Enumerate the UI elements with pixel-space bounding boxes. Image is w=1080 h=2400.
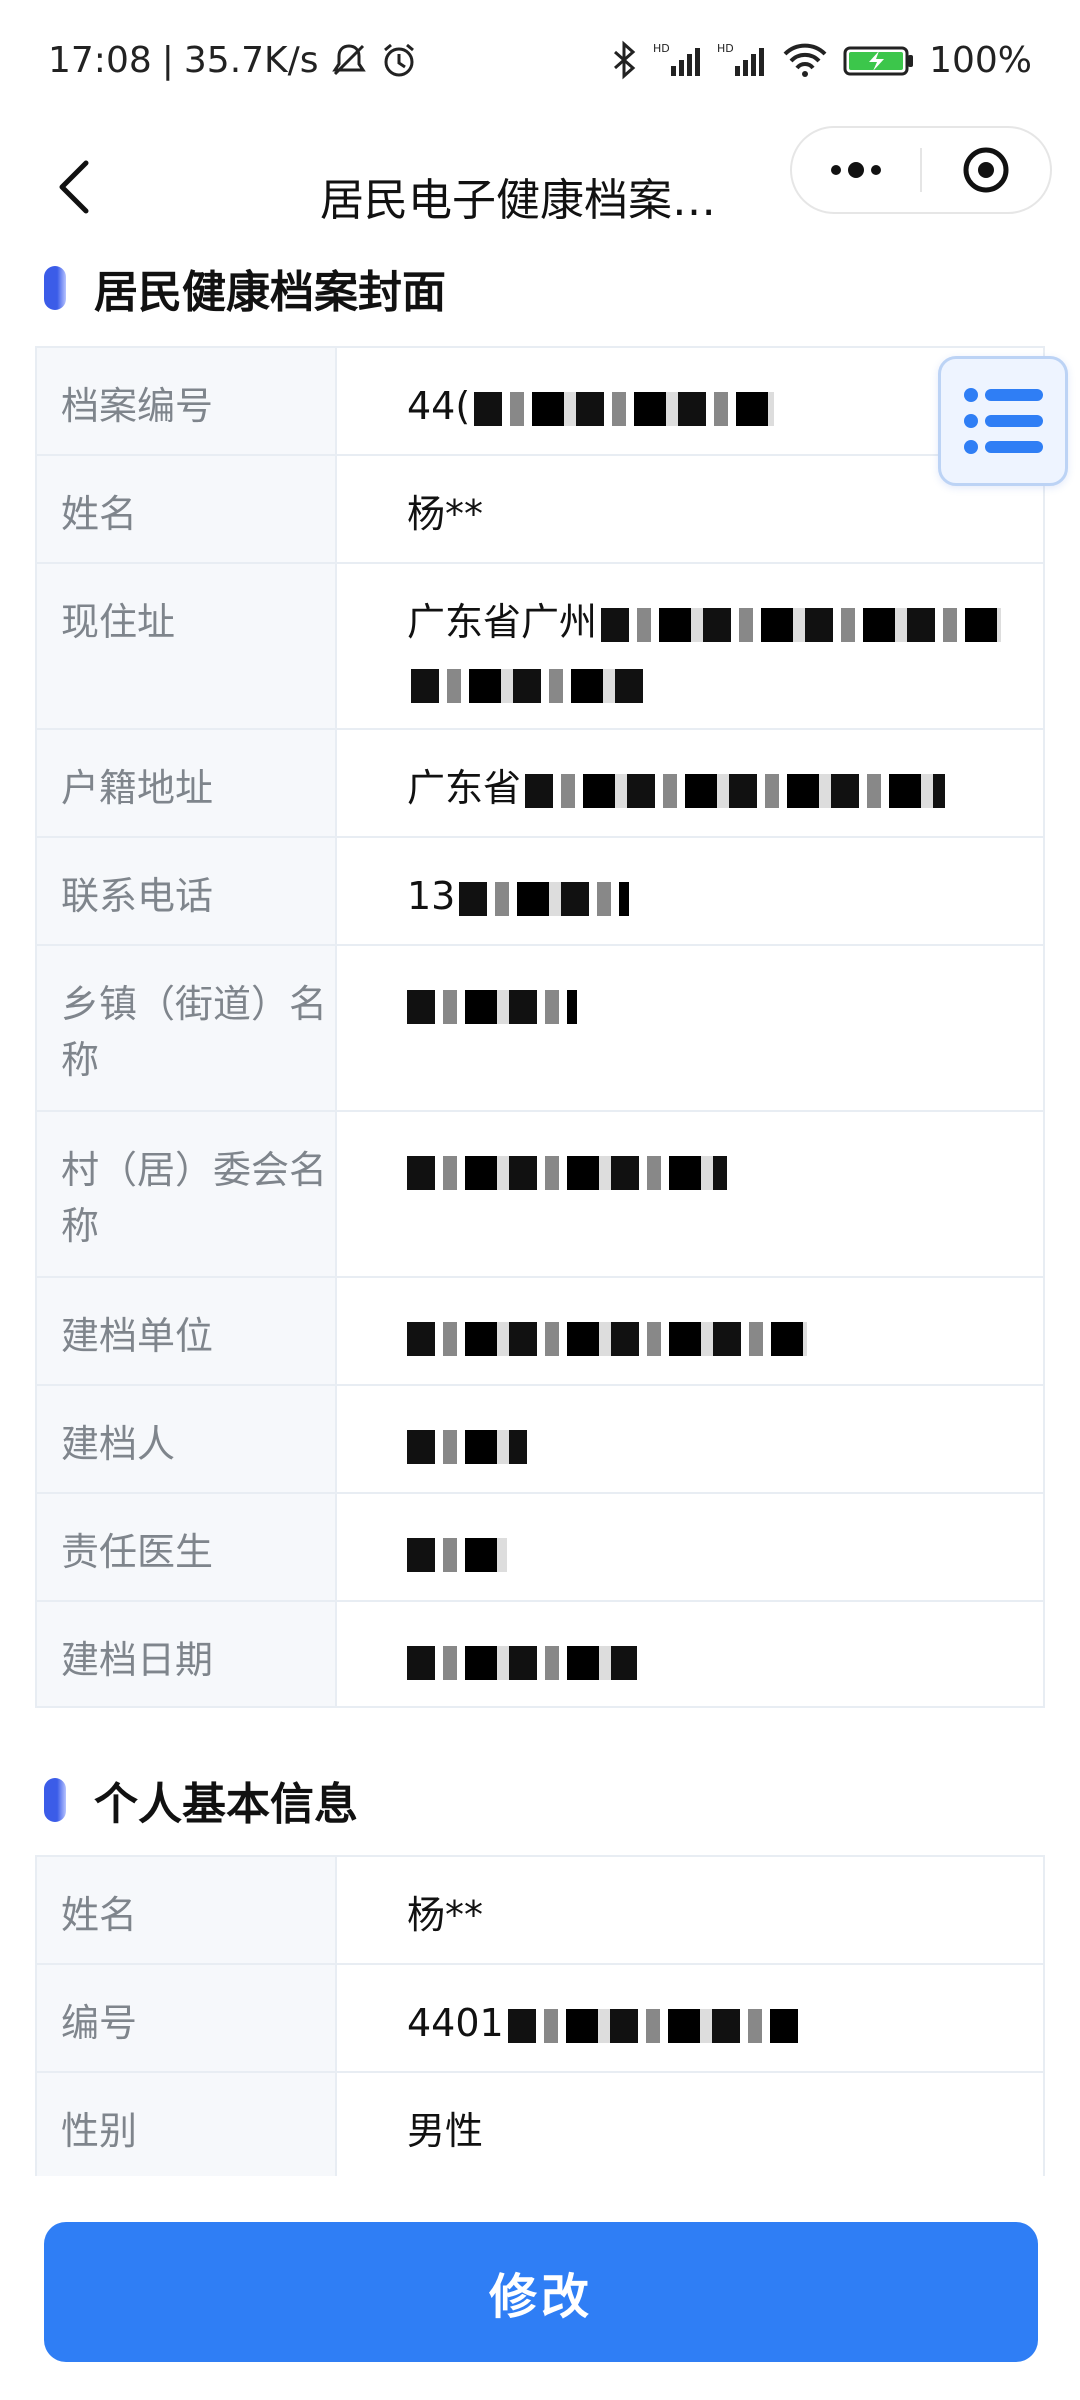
status-separator: |: [161, 39, 174, 81]
table-row: 编号 4401: [37, 1965, 1043, 2073]
name-value: 杨**: [407, 492, 484, 536]
row-value: [337, 1602, 1043, 1706]
redacted-block: [525, 773, 946, 808]
signal-hd-icon: HD: [653, 40, 703, 80]
table-row: 建档日期: [37, 1602, 1043, 1708]
mute-icon: [329, 40, 369, 80]
basic-info-table: 姓名 杨** 编号 4401 性别 男性: [35, 1855, 1045, 2181]
row-label: 联系电话: [37, 838, 337, 944]
status-time: 17:08: [48, 39, 152, 81]
redacted-block: [507, 2008, 798, 2043]
row-value: [337, 946, 1043, 1110]
gender-value: 男性: [407, 2109, 484, 2153]
network-speed: 35.7K/s: [183, 39, 319, 81]
wifi-icon: [781, 40, 829, 80]
address-value: 广东省广州: [407, 600, 598, 644]
chevron-left-icon: [59, 160, 89, 214]
row-value: 广东省广州: [337, 564, 1043, 728]
back-button[interactable]: [34, 142, 114, 232]
row-label: 村（居）委会名称: [37, 1112, 337, 1276]
table-row: 乡镇（街道）名称: [37, 946, 1043, 1112]
section-title: 个人基本信息: [94, 1779, 358, 1830]
phone-value: 13: [407, 874, 456, 918]
redacted-block: [407, 1537, 507, 1572]
table-row: 建档单位: [37, 1278, 1043, 1386]
table-row: 建档人: [37, 1386, 1043, 1494]
svg-text:HD: HD: [653, 42, 670, 55]
cover-table: 档案编号 44( 姓名 杨** 现住址 广东省广州 户籍地址 广东省 联系电话 …: [35, 346, 1045, 1708]
directory-float-button[interactable]: [938, 356, 1068, 486]
row-label: 现住址: [37, 564, 337, 728]
row-label: 乡镇（街道）名称: [37, 946, 337, 1110]
status-left: 17:08 | 35.7K/s: [48, 40, 419, 81]
row-value: [337, 1494, 1043, 1600]
row-label: 户籍地址: [37, 730, 337, 836]
row-label: 姓名: [37, 1857, 337, 1963]
row-label: 编号: [37, 1965, 337, 2071]
row-value: 广东省: [337, 730, 1043, 836]
svg-text:HD: HD: [717, 42, 734, 55]
basic-info-section-header: 个人基本信息: [44, 1770, 358, 1830]
household-address-value: 广东省: [407, 766, 522, 810]
row-value: 4401: [337, 1965, 1043, 2071]
edit-button[interactable]: 修改: [44, 2222, 1038, 2362]
table-row: 姓名 杨**: [37, 456, 1043, 564]
mini-program-capsule: [790, 126, 1052, 214]
more-dots-icon: [831, 162, 881, 178]
table-row: 性别 男性: [37, 2073, 1043, 2181]
table-row: 现住址 广东省广州: [37, 564, 1043, 730]
list-icon: [964, 388, 1043, 454]
table-row: 姓名 杨**: [37, 1857, 1043, 1965]
nav-bar: 居民电子健康档案…: [0, 120, 1080, 260]
battery-level: 100%: [929, 39, 1032, 81]
row-label: 责任医生: [37, 1494, 337, 1600]
row-label: 档案编号: [37, 348, 337, 454]
file-number-value: 44(: [407, 384, 471, 428]
section-accent-bar: [44, 266, 66, 310]
table-row: 村（居）委会名称: [37, 1112, 1043, 1278]
battery-charging-icon: [843, 40, 915, 80]
redacted-block: [407, 989, 577, 1024]
section-title: 居民健康档案封面: [94, 267, 446, 318]
row-label: 建档日期: [37, 1602, 337, 1706]
row-value: [337, 1278, 1043, 1384]
row-label: 性别: [37, 2073, 337, 2179]
redacted-block: [411, 668, 651, 703]
table-row: 户籍地址 广东省: [37, 730, 1043, 838]
bluetooth-icon: [609, 40, 639, 80]
row-value: [337, 1112, 1043, 1276]
alarm-icon: [379, 40, 419, 80]
close-mini-program-button[interactable]: [922, 128, 1050, 212]
name-value: 杨**: [407, 1893, 484, 1937]
redacted-block: [459, 881, 630, 916]
section-accent-bar: [44, 1778, 66, 1822]
redacted-block: [407, 1155, 727, 1190]
status-right: HD HD 100%: [609, 40, 1032, 81]
table-row: 联系电话 13: [37, 838, 1043, 946]
table-row: 责任医生: [37, 1494, 1043, 1602]
target-icon: [963, 147, 1009, 193]
more-button[interactable]: [792, 128, 920, 212]
redacted-block: [407, 1429, 527, 1464]
table-row: 档案编号 44(: [37, 348, 1043, 456]
id-number-value: 4401: [407, 2001, 504, 2045]
cover-section-header: 居民健康档案封面: [44, 258, 446, 318]
row-label: 建档单位: [37, 1278, 337, 1384]
row-value: [337, 1386, 1043, 1492]
row-label: 建档人: [37, 1386, 337, 1492]
page-title: 居民电子健康档案…: [320, 175, 716, 226]
row-label: 姓名: [37, 456, 337, 562]
status-bar: 17:08 | 35.7K/s HD HD 100%: [0, 0, 1080, 120]
redacted-block: [407, 1321, 807, 1356]
row-value: 13: [337, 838, 1043, 944]
redacted-block: [407, 1645, 637, 1680]
redacted-block: [474, 391, 775, 426]
signal-hd-icon: HD: [717, 40, 767, 80]
redacted-block: [601, 607, 1002, 642]
